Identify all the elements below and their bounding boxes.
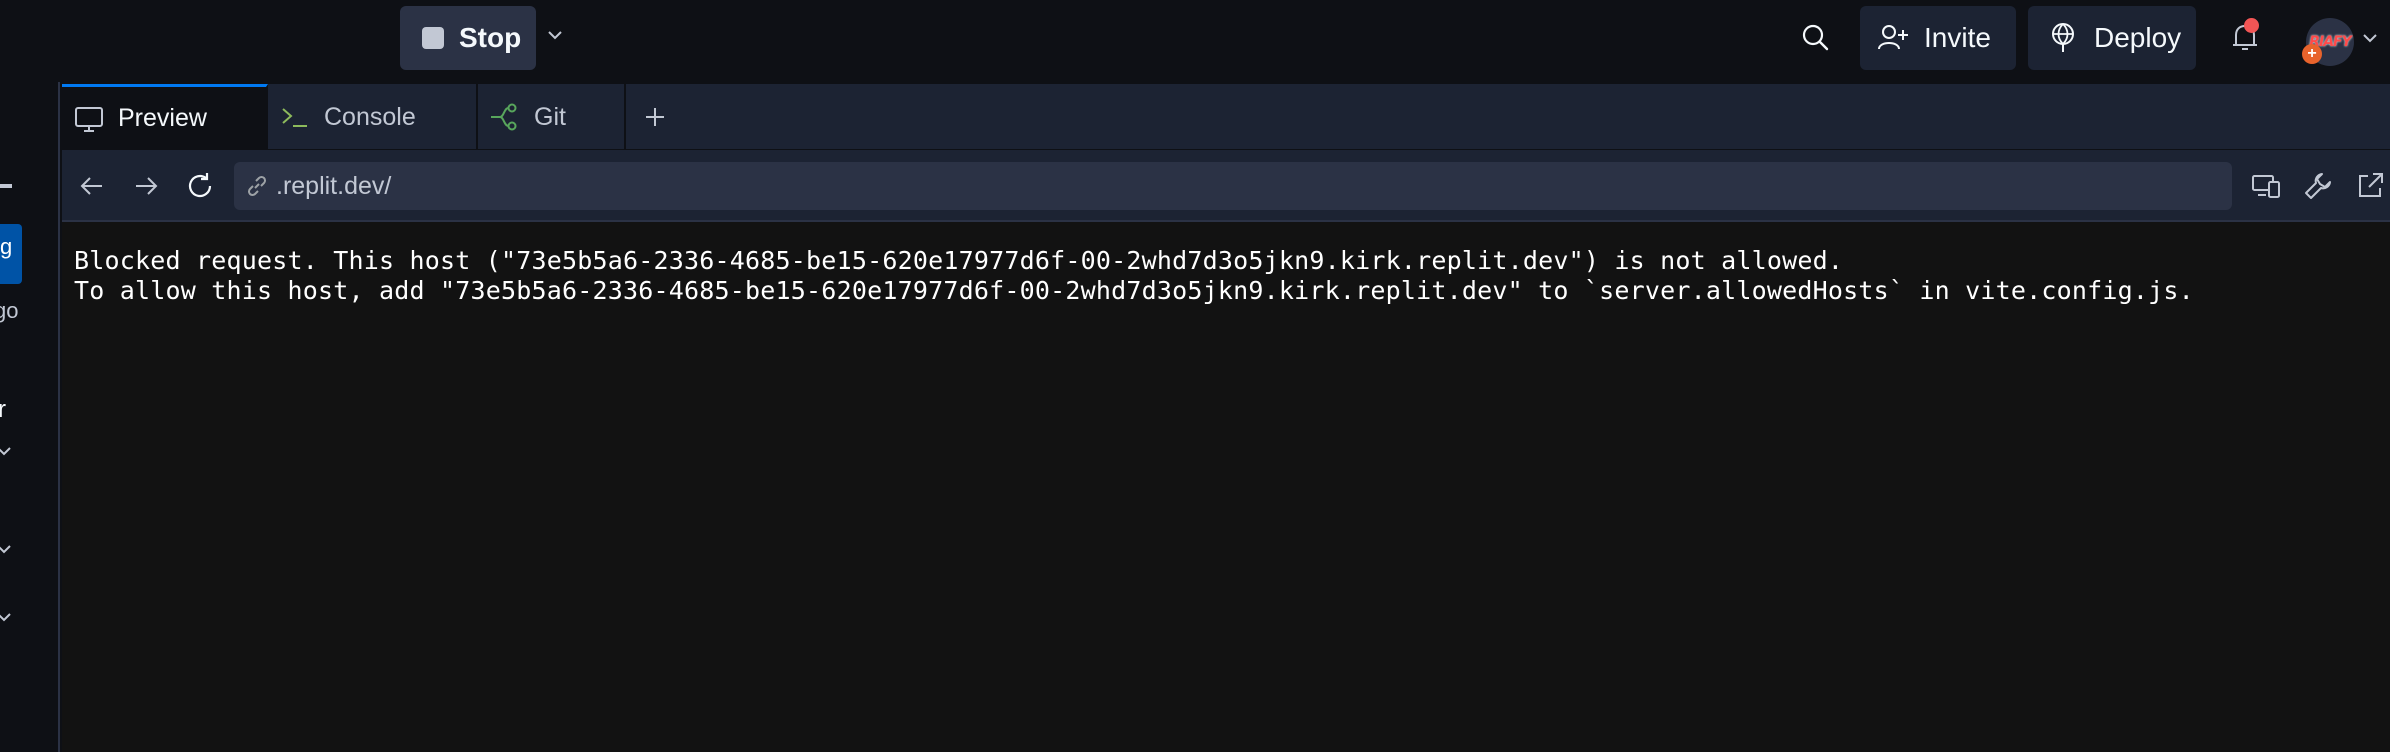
link-icon	[244, 173, 270, 199]
preview-toolbar: .replit.dev/	[62, 150, 2390, 222]
panel-edge-divider	[0, 184, 12, 188]
notification-dot	[2244, 18, 2259, 33]
top-bar: Stop Invite Deploy RIAFY +	[0, 0, 2390, 82]
deploy-button[interactable]: Deploy	[2028, 6, 2196, 70]
error-message-line: Blocked request. This host ("73e5b5a6-23…	[74, 246, 1844, 275]
error-message-line: To allow this host, add "73e5b5a6-2336-4…	[74, 276, 2194, 305]
left-panel-edge: g go r	[0, 82, 60, 752]
tab-label: Preview	[118, 104, 207, 132]
reload-icon[interactable]	[184, 170, 216, 202]
stop-button-label: Stop	[459, 22, 522, 53]
tab-bar: Preview Console Git	[62, 84, 2390, 150]
panel-edge-button[interactable]: g	[0, 224, 22, 284]
invite-button-label: Invite	[1924, 22, 1991, 53]
search-icon[interactable]	[1798, 20, 1832, 54]
wrench-icon[interactable]	[2302, 170, 2334, 202]
chevron-down-icon[interactable]	[544, 24, 566, 46]
panel-edge-text: g	[0, 234, 13, 259]
chevron-down-icon[interactable]	[2360, 28, 2380, 48]
plus-badge-icon: +	[2302, 44, 2322, 64]
chevron-down-icon[interactable]	[0, 540, 14, 560]
open-external-icon[interactable]	[2354, 170, 2386, 202]
terminal-icon	[280, 102, 310, 132]
monitor-icon	[74, 104, 104, 134]
panel-edge-text: r	[0, 396, 6, 424]
deploy-button-label: Deploy	[2094, 22, 2182, 53]
add-user-icon	[1876, 21, 1910, 55]
tab-console[interactable]: Console	[268, 84, 478, 150]
deploy-icon	[2046, 21, 2080, 55]
chevron-down-icon[interactable]	[0, 608, 14, 628]
devices-icon[interactable]	[2250, 170, 2282, 202]
back-arrow-icon[interactable]	[76, 170, 108, 202]
tab-label: Git	[534, 102, 566, 131]
panel-edge-text: go	[0, 298, 19, 323]
tab-git[interactable]: Git	[478, 84, 626, 150]
preview-pane: Blocked request. This host ("73e5b5a6-23…	[62, 222, 2390, 752]
stop-button[interactable]: Stop	[400, 6, 536, 70]
url-text: .replit.dev/	[276, 171, 392, 200]
stop-icon	[422, 27, 444, 49]
git-icon	[490, 102, 520, 132]
chevron-down-icon[interactable]	[0, 442, 14, 462]
add-tab-icon[interactable]	[642, 104, 668, 130]
url-bar[interactable]: .replit.dev/	[234, 162, 2232, 210]
invite-button[interactable]: Invite	[1860, 6, 2016, 70]
tab-preview[interactable]: Preview	[62, 84, 268, 150]
tab-label: Console	[324, 102, 416, 131]
forward-arrow-icon[interactable]	[130, 170, 162, 202]
